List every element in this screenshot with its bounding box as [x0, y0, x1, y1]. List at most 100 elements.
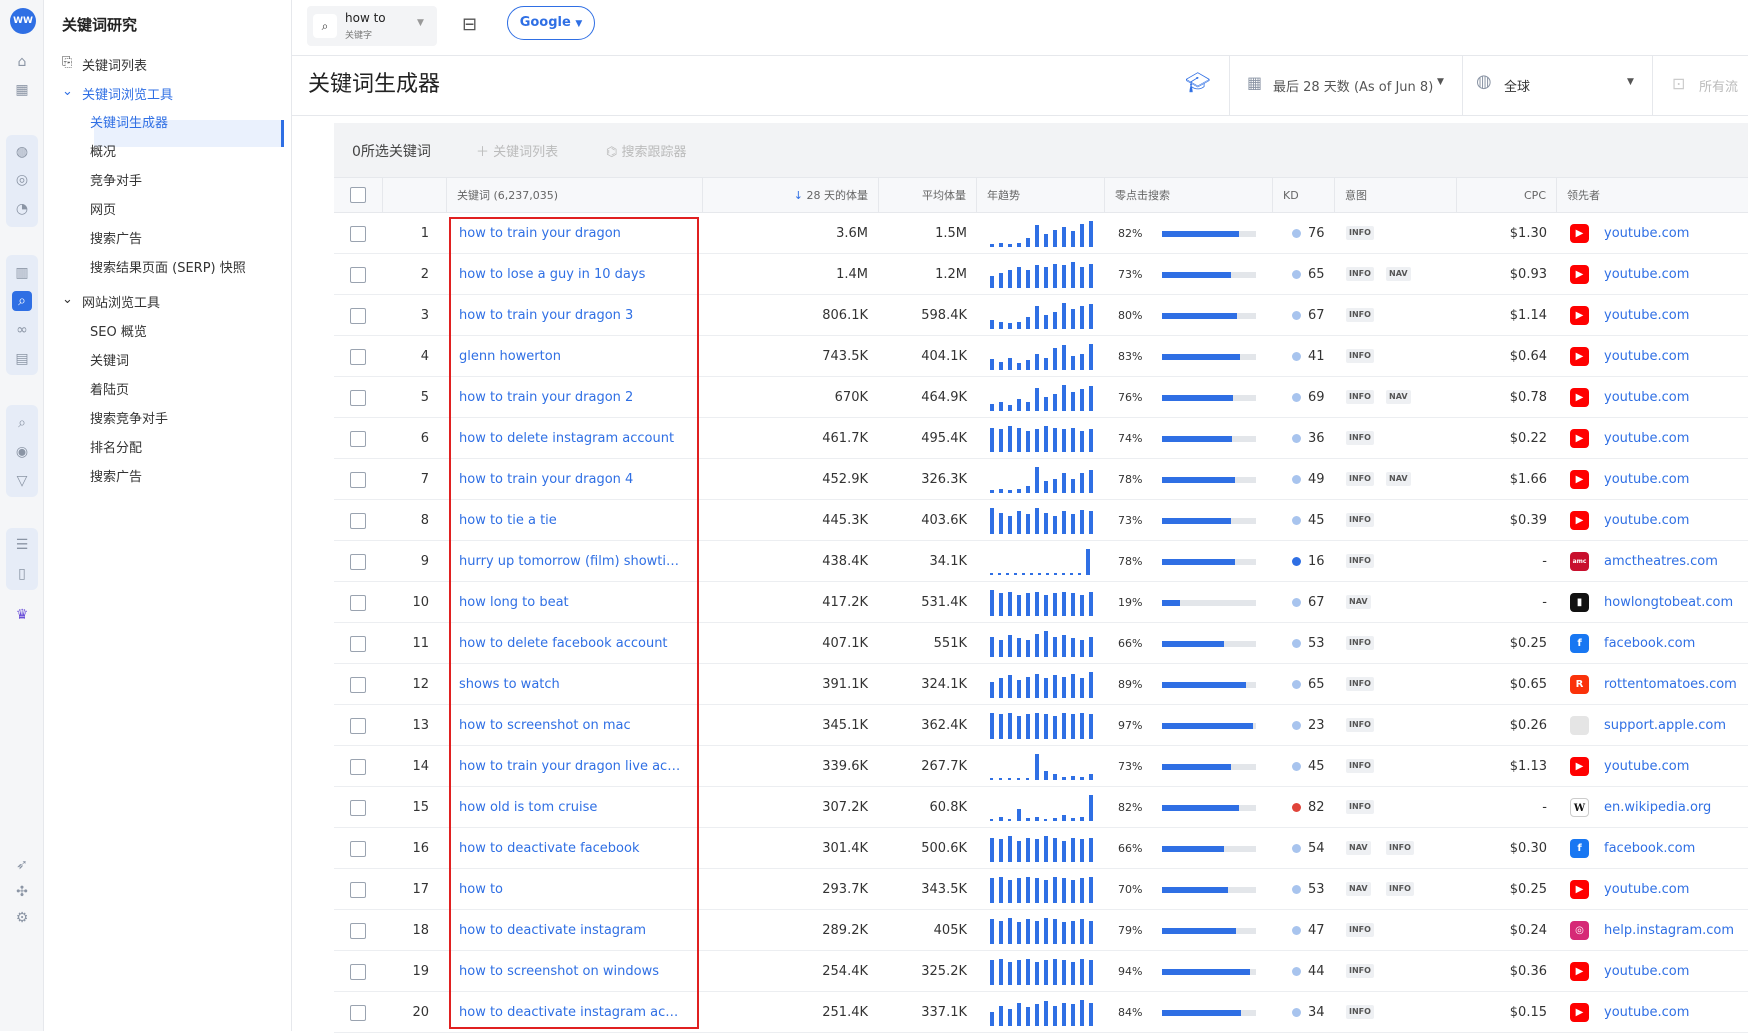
search-icon[interactable]: ⌕ [313, 14, 337, 38]
tracker-button[interactable]: ⌬ 搜索跟踪器 [606, 141, 687, 160]
chevron-down-icon[interactable]: ⌄ [62, 84, 73, 99]
keyword-link[interactable]: how to train your dragon 2 [459, 377, 684, 418]
leader-domain-link[interactable]: youtube.com [1604, 377, 1689, 418]
leader-domain-link[interactable]: youtube.com [1604, 459, 1689, 500]
row-checkbox[interactable] [350, 267, 366, 283]
leader-domain-link[interactable]: help.instagram.com [1604, 910, 1734, 951]
leader-domain-link[interactable]: youtube.com [1604, 254, 1689, 295]
keyword-link[interactable]: how to screenshot on windows [459, 951, 684, 992]
sidebar-item-overview[interactable]: 概况 [90, 141, 116, 160]
leader-domain-link[interactable]: youtube.com [1604, 213, 1689, 254]
row-checkbox[interactable] [350, 636, 366, 652]
sidebar-group-website-tools[interactable]: 网站浏览工具 [82, 292, 160, 311]
bar-chart-icon[interactable]: ▥ [12, 263, 32, 283]
keyword-link[interactable]: how to screenshot on mac [459, 705, 684, 746]
row-checkbox[interactable] [350, 923, 366, 939]
row-checkbox[interactable] [350, 595, 366, 611]
row-checkbox[interactable] [350, 800, 366, 816]
leader-domain-link[interactable]: youtube.com [1604, 992, 1689, 1033]
sidebar-item-serp-snapshot[interactable]: 搜索结果页面 (SERP) 快照 [90, 257, 246, 276]
header-avg-volume[interactable]: 平均体量 [879, 178, 977, 213]
row-checkbox[interactable] [350, 554, 366, 570]
keyword-link[interactable]: how to deactivate facebook [459, 828, 684, 869]
leader-domain-link[interactable]: youtube.com [1604, 869, 1689, 910]
add-to-list-button[interactable]: ＋ 关键词列表 [476, 141, 558, 160]
row-checkbox[interactable] [350, 759, 366, 775]
keyword-link[interactable]: how long to beat [459, 582, 684, 623]
keyword-link[interactable]: how to delete instagram account [459, 418, 684, 459]
app-logo[interactable]: WW [10, 8, 36, 34]
leader-domain-link[interactable]: en.wikipedia.org [1604, 787, 1711, 828]
sidebar-item-webpages[interactable]: 网页 [90, 199, 116, 218]
sidebar-group-keyword-tools[interactable]: 关键词浏览工具 [82, 84, 173, 103]
leader-domain-link[interactable]: youtube.com [1604, 500, 1689, 541]
leader-domain-link[interactable]: youtube.com [1604, 336, 1689, 377]
mobile-icon[interactable]: ▯ [12, 564, 32, 584]
search-input[interactable]: how to [345, 11, 386, 25]
header-volume28[interactable]: ↓ 28 天的体量 [703, 178, 879, 213]
keyword-link[interactable]: how to deactivate instagram account [459, 992, 684, 1033]
row-checkbox[interactable] [350, 1005, 366, 1021]
leader-domain-link[interactable]: youtube.com [1604, 951, 1689, 992]
compare-icon[interactable]: ⊟ [462, 14, 477, 35]
search-analytics-icon[interactable]: ⌕ [12, 413, 32, 433]
sidebar-item-search-ads-2[interactable]: 搜索广告 [90, 466, 142, 485]
home-icon[interactable]: ⌂ [12, 52, 32, 72]
keyword-link[interactable]: shows to watch [459, 664, 684, 705]
row-checkbox[interactable] [350, 390, 366, 406]
leader-domain-link[interactable]: youtube.com [1604, 418, 1689, 459]
leader-domain-link[interactable]: amctheatres.com [1604, 541, 1718, 582]
settings-icon[interactable]: ⚙ [12, 908, 32, 928]
sidebar-item-keyword-generator[interactable]: 关键词生成器 [90, 112, 168, 131]
magnifier-icon[interactable]: ◉ [12, 442, 32, 462]
row-checkbox[interactable] [350, 431, 366, 447]
sidebar-item-search-competitors[interactable]: 搜索竞争对手 [90, 408, 168, 427]
row-checkbox[interactable] [350, 349, 366, 365]
caret-down-icon[interactable]: ▼ [417, 18, 424, 28]
keyword-link[interactable]: how old is tom cruise [459, 787, 684, 828]
row-checkbox[interactable] [350, 677, 366, 693]
engine-dropdown[interactable]: Google ▼ [507, 6, 595, 40]
header-kd[interactable]: KD [1273, 178, 1335, 213]
keyword-link[interactable]: how to train your dragon 4 [459, 459, 684, 500]
link-icon[interactable]: ∞ [12, 320, 32, 340]
world-icon[interactable]: ◎ [12, 170, 32, 190]
sidebar-item-seo-overview[interactable]: SEO 概览 [90, 321, 147, 340]
keyword-link[interactable]: how to train your dragon [459, 213, 684, 254]
sidebar-keyword-list[interactable]: 关键词列表 [82, 55, 147, 74]
row-checkbox[interactable] [350, 308, 366, 324]
leader-domain-link[interactable]: howlongtobeat.com [1604, 582, 1733, 623]
puzzle-icon[interactable]: ✣ [12, 882, 32, 902]
filter-icon[interactable]: ▽ [12, 471, 32, 491]
header-keyword[interactable]: 关键词 (6,237,035) [447, 178, 703, 213]
sidebar-item-rank-distribution[interactable]: 排名分配 [90, 437, 142, 456]
keyword-link[interactable]: how to tie a tie [459, 500, 684, 541]
row-checkbox[interactable] [350, 718, 366, 734]
sidebar-item-search-ads[interactable]: 搜索广告 [90, 228, 142, 247]
keyword-link[interactable]: glenn howerton [459, 336, 684, 377]
keyword-link[interactable]: how to deactivate instagram [459, 910, 684, 951]
chevron-down-icon[interactable]: ⌄ [62, 292, 73, 307]
keyword-link[interactable]: how to train your dragon 3 [459, 295, 684, 336]
leader-domain-link[interactable]: facebook.com [1604, 623, 1695, 664]
rocket-icon[interactable]: ➶ [12, 855, 32, 875]
keyword-link[interactable]: how to train your dragon live action [459, 746, 684, 787]
search-box[interactable]: ⌕ how to 关键字 ▼ [307, 6, 437, 46]
pie-chart-icon[interactable]: ◔ [12, 199, 32, 219]
globe-icon[interactable]: ◍ [12, 142, 32, 162]
leader-domain-link[interactable]: rottentomatoes.com [1604, 664, 1737, 705]
report-icon[interactable]: ☰ [12, 535, 32, 555]
traffic-dropdown[interactable]: 所有流 [1699, 76, 1738, 95]
crown-icon[interactable]: ♛ [12, 605, 32, 625]
row-checkbox[interactable] [350, 513, 366, 529]
date-range-dropdown[interactable]: ▦ 最后 28 天数 (As of Jun 8) ▼ [1237, 56, 1452, 116]
row-checkbox[interactable] [350, 841, 366, 857]
header-zero-click[interactable]: 零点击搜索 [1105, 178, 1273, 213]
leader-domain-link[interactable]: facebook.com [1604, 828, 1695, 869]
dashboard-icon[interactable]: ▦ [12, 80, 32, 100]
document-icon[interactable]: ▤ [12, 349, 32, 369]
sidebar-item-landing-pages[interactable]: 着陆页 [90, 379, 129, 398]
row-checkbox[interactable] [350, 882, 366, 898]
row-checkbox[interactable] [350, 226, 366, 242]
keyword-research-icon[interactable]: ⌕ [12, 291, 32, 311]
